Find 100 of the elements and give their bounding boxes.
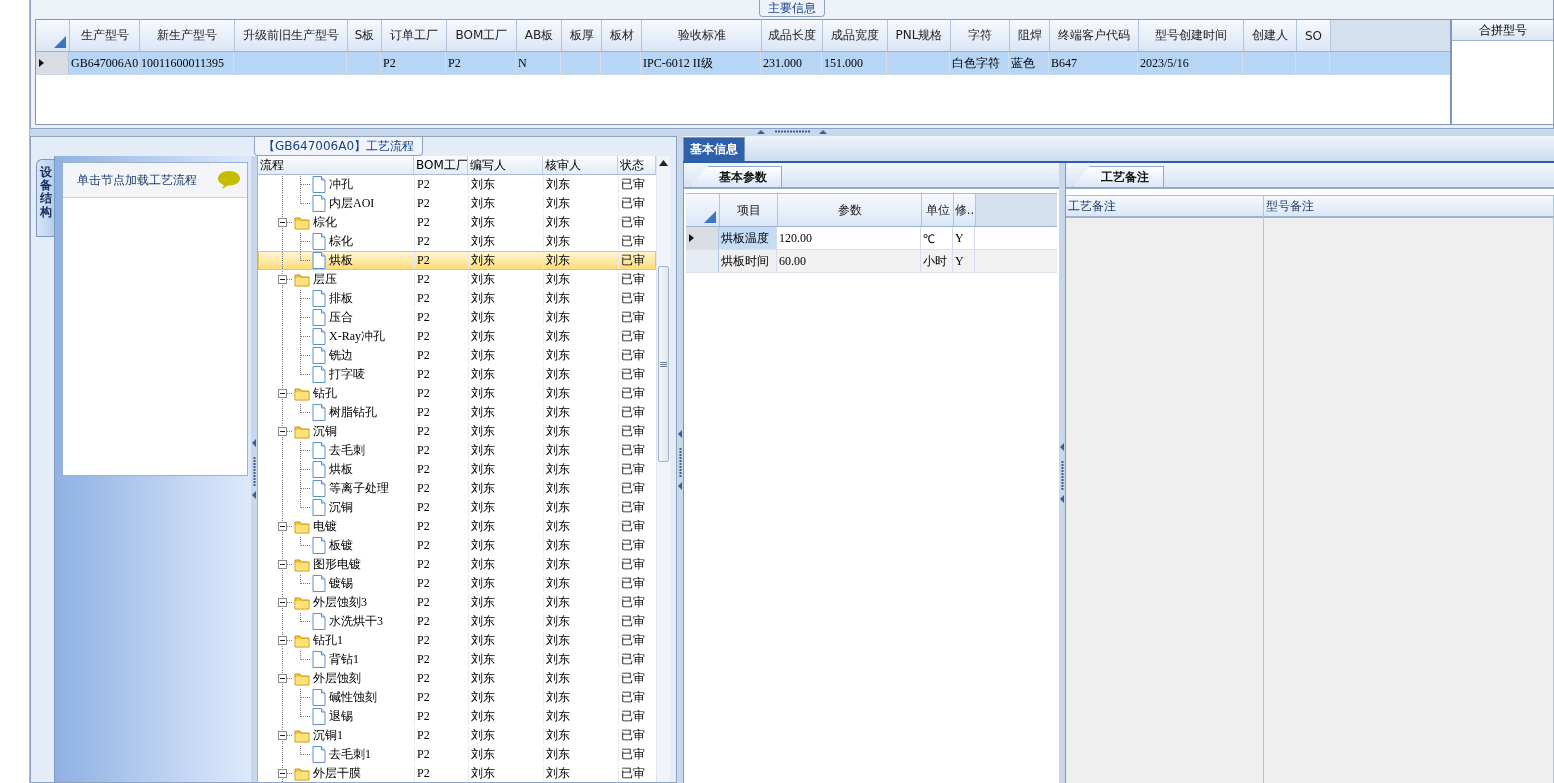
collapse-icon[interactable] <box>278 275 287 284</box>
status-cell: 已审 <box>621 404 645 421</box>
process-step-label: 外层蚀刻 <box>313 670 361 687</box>
factory-cell: P2 <box>417 462 430 477</box>
status-cell: 已审 <box>621 214 645 231</box>
factory-cell: P2 <box>417 405 430 420</box>
column-header[interactable]: 合拼型号 <box>1452 20 1553 41</box>
status-cell: 已审 <box>621 461 645 478</box>
factory-cell: P2 <box>417 595 430 610</box>
writer-cell: 刘东 <box>471 423 495 440</box>
scrollbar[interactable] <box>656 156 670 782</box>
process-step-label: 烘板 <box>329 461 353 478</box>
row-header[interactable] <box>36 52 69 74</box>
select-all-icon[interactable] <box>54 36 66 48</box>
status-cell: 已审 <box>621 195 645 212</box>
factory-cell: P2 <box>417 557 430 572</box>
column-header[interactable]: 参数 <box>778 194 922 226</box>
column-header[interactable]: 字符 <box>951 20 1010 51</box>
writer-cell: 刘东 <box>471 556 495 573</box>
column-header[interactable]: 成品长度 <box>762 20 823 51</box>
factory-cell: P2 <box>417 348 430 363</box>
folder-icon <box>294 633 310 648</box>
collapse-icon[interactable] <box>278 731 287 740</box>
collapse-icon[interactable] <box>278 769 287 778</box>
column-header[interactable]: BOM工厂 <box>414 156 468 174</box>
folder-icon <box>294 595 310 610</box>
column-header[interactable]: 板材 <box>602 20 642 51</box>
writer-cell: 刘东 <box>471 613 495 630</box>
column-header[interactable]: 订单工厂 <box>382 20 447 51</box>
scroll-thumb[interactable] <box>658 266 669 462</box>
process-step-label: 镀锡 <box>329 575 353 592</box>
collapse-icon[interactable] <box>278 522 287 531</box>
factory-cell: P2 <box>417 747 430 762</box>
status-cell: 已审 <box>621 442 645 459</box>
writer-cell: 刘东 <box>471 442 495 459</box>
splitter-handle[interactable] <box>251 439 257 499</box>
reviewer-cell: 刘东 <box>546 499 570 516</box>
column-header[interactable]: 创建人 <box>1244 20 1297 51</box>
tab[interactable]: 基本参数 <box>690 166 782 187</box>
writer-cell: 刘东 <box>471 632 495 649</box>
column-header[interactable]: 型号备注 <box>1264 196 1553 218</box>
column-header[interactable]: 工艺备注 <box>1066 196 1263 218</box>
collapse-icon[interactable] <box>278 636 287 645</box>
document-icon <box>312 480 326 497</box>
scroll-up-icon[interactable] <box>659 160 668 166</box>
column-header[interactable]: 流程 <box>258 156 414 174</box>
collapse-icon[interactable] <box>278 218 287 227</box>
folder-icon <box>294 424 310 439</box>
process-step-label: 板镀 <box>329 537 353 554</box>
column-header[interactable]: 升级前旧生产型号 <box>235 20 348 51</box>
status-cell: 已审 <box>621 347 645 364</box>
column-header[interactable]: 编写人 <box>468 156 543 174</box>
tree-row[interactable]: 烘板 P2 刘东 刘东 已审 <box>258 251 656 270</box>
column-header[interactable]: 阻焊 <box>1010 20 1050 51</box>
column-header[interactable]: 生产型号 <box>70 20 140 51</box>
tree-row[interactable]: 外层干膜 P2 刘东 刘东 已审 <box>258 764 656 782</box>
column-header[interactable]: BOM工厂 <box>447 20 517 51</box>
reviewer-cell: 刘东 <box>546 271 570 288</box>
column-header[interactable]: 验收标准 <box>642 20 762 51</box>
table-row[interactable]: 烘板时间 60.00 小时 Y <box>686 250 1057 273</box>
column-header[interactable]: 核审人 <box>543 156 618 174</box>
tab[interactable]: 基本信息 <box>683 137 745 161</box>
column-header[interactable]: AB板 <box>517 20 562 51</box>
collapse-icon[interactable] <box>278 389 287 398</box>
column-header[interactable]: 板厚 <box>562 20 602 51</box>
factory-cell: P2 <box>417 386 430 401</box>
splitter-handle[interactable] <box>757 129 827 134</box>
column-header[interactable]: PNL规格 <box>888 20 951 51</box>
column-header[interactable]: 终端客户代码 <box>1050 20 1139 51</box>
column-header[interactable]: 型号创建时间 <box>1139 20 1244 51</box>
column-header[interactable]: S板 <box>348 20 382 51</box>
column-header[interactable]: 单位 <box>922 194 954 226</box>
status-cell: 已审 <box>621 651 645 668</box>
table-row[interactable]: GB647006A0 10011600011395 P2 P2 N IPC-6012 II级 231.000 151.000 白色字符 蓝色 B647 2023/5/16 <box>36 52 1450 75</box>
document-icon <box>312 537 326 554</box>
collapse-icon[interactable] <box>278 427 287 436</box>
splitter-handle[interactable] <box>677 429 683 490</box>
splitter-handle[interactable] <box>1059 443 1065 503</box>
folder-icon <box>294 519 310 534</box>
document-icon <box>312 651 326 668</box>
writer-cell: 刘东 <box>471 670 495 687</box>
row-pointer-icon <box>689 234 694 242</box>
collapse-icon[interactable] <box>278 674 287 683</box>
collapse-icon[interactable] <box>278 598 287 607</box>
table-cell: Y <box>953 227 975 249</box>
status-cell: 已审 <box>621 632 645 649</box>
reviewer-cell: 刘东 <box>546 423 570 440</box>
select-all-icon[interactable] <box>704 211 716 223</box>
process-step-label: X-Ray冲孔 <box>329 328 385 345</box>
collapse-icon[interactable] <box>278 560 287 569</box>
factory-cell: P2 <box>417 253 430 268</box>
row-header[interactable] <box>686 227 719 249</box>
reviewer-cell: 刘东 <box>546 328 570 345</box>
column-header[interactable]: 新生产型号 <box>140 20 235 51</box>
tab[interactable]: 工艺备注 <box>1072 166 1164 187</box>
factory-cell: P2 <box>417 329 430 344</box>
document-icon <box>312 613 326 630</box>
column-header[interactable]: 成品宽度 <box>823 20 888 51</box>
column-header[interactable]: 项目 <box>720 194 778 226</box>
side-tab[interactable]: 设备结构 <box>36 159 54 237</box>
